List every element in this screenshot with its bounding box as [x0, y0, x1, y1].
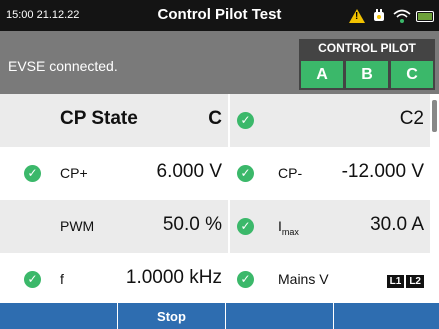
- scrollbar[interactable]: [432, 100, 437, 132]
- imax-label: Imax: [278, 218, 299, 237]
- cp-state-label: CP State: [60, 108, 138, 129]
- stop-button[interactable]: Stop: [118, 303, 226, 329]
- cp-plus-value: 6.000 V: [156, 161, 223, 182]
- cp-voltage-row: ✓ CP+ 6.000 V ✓ CP- -12.000 V: [0, 147, 430, 200]
- cp-plus-label: CP+: [60, 165, 88, 181]
- warning-icon[interactable]: !: [349, 9, 365, 23]
- connection-status: EVSE connected.: [8, 58, 118, 74]
- check-icon: ✓: [237, 112, 254, 129]
- pwm-value: 50.0 %: [162, 214, 222, 235]
- frequency-label: f: [60, 271, 64, 287]
- check-icon: ✓: [24, 271, 41, 288]
- cp-substate-value: C2: [399, 108, 424, 129]
- cp-minus-label: CP-: [278, 165, 303, 181]
- status-icons: !: [349, 6, 434, 26]
- softkey-3[interactable]: [226, 303, 334, 329]
- cp-state-value: C: [208, 108, 222, 129]
- wifi-icon: [393, 7, 411, 25]
- check-icon: ✓: [237, 271, 254, 288]
- phase-badge-l2: L2: [406, 275, 424, 288]
- cp-minus-value: -12.000 V: [341, 161, 424, 182]
- cp-state-row: CP State C ✓ C2: [0, 94, 430, 147]
- pwm-label: PWM: [60, 218, 95, 234]
- pwm-row: PWM 50.0 % ✓ Imax 30.0 A: [0, 200, 430, 253]
- frequency-row: ✓ f 1.0000 kHz ✓ Mains V L1 L2: [0, 253, 430, 306]
- cp-state-a[interactable]: A: [301, 61, 343, 88]
- mains-label: Mains V: [278, 271, 329, 287]
- check-icon: ✓: [237, 218, 254, 235]
- imax-value: 30.0 A: [370, 214, 424, 235]
- check-icon: ✓: [24, 165, 41, 182]
- softkey-4[interactable]: [334, 303, 439, 329]
- connection-bar: EVSE connected. CONTROL PILOT A B C: [0, 31, 439, 94]
- phase-badge-l1: L1: [386, 275, 405, 288]
- softkey-1[interactable]: [0, 303, 118, 329]
- check-icon: ✓: [237, 165, 254, 182]
- phase-badges: L1 L2: [385, 271, 424, 289]
- control-pilot-panel: CONTROL PILOT A B C: [299, 39, 435, 90]
- status-bar: 15:00 21.12.22 Control Pilot Test !: [0, 0, 439, 31]
- plug-icon: [370, 7, 388, 25]
- battery-icon: [416, 10, 434, 22]
- frequency-value: 1.0000 kHz: [125, 267, 222, 288]
- control-pilot-label: CONTROL PILOT: [318, 41, 416, 55]
- bottom-toolbar: Stop: [0, 303, 439, 329]
- cp-state-b[interactable]: B: [346, 61, 388, 88]
- cp-state-c[interactable]: C: [391, 61, 433, 88]
